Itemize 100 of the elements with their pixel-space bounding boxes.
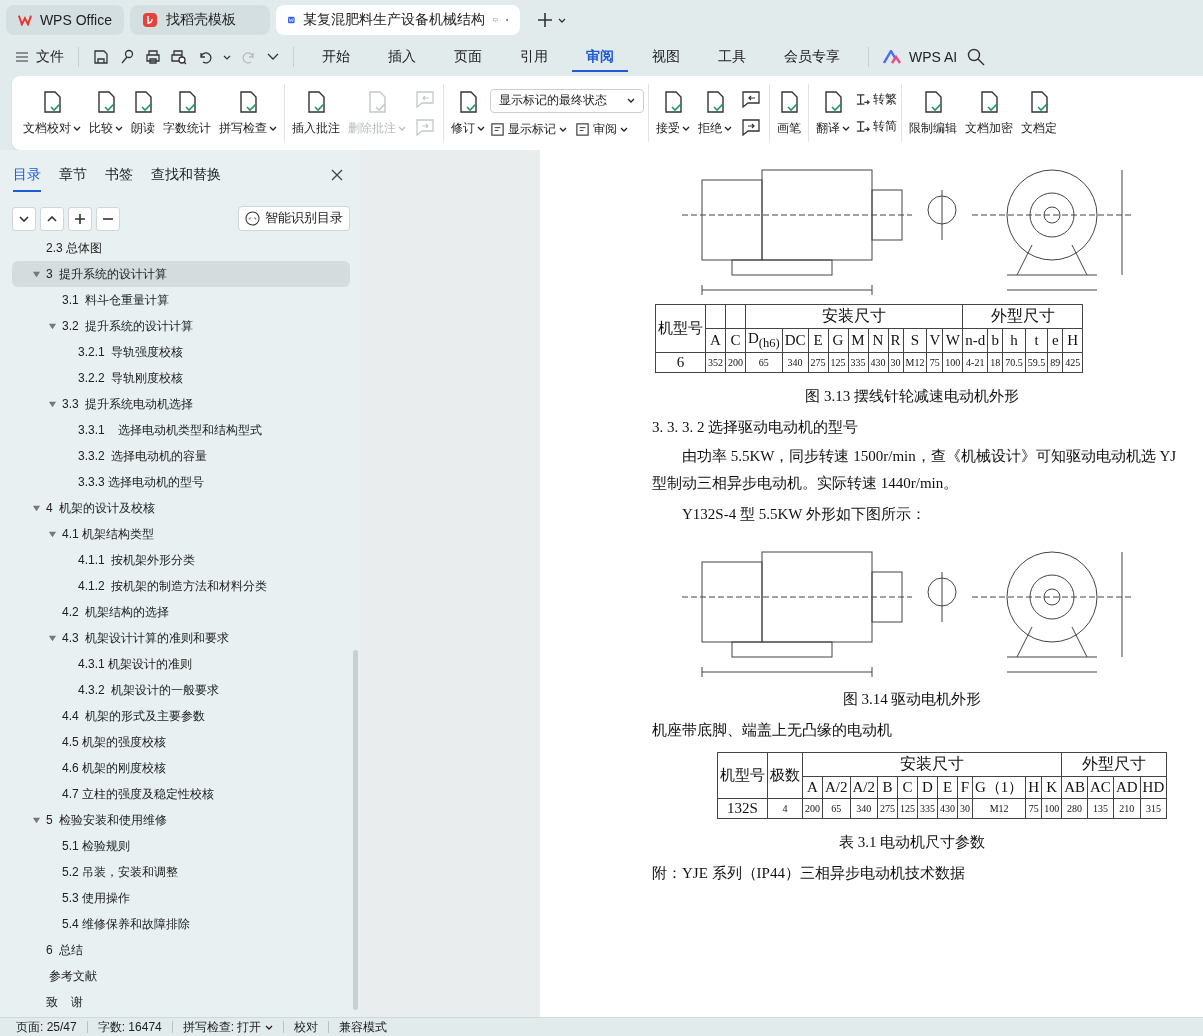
toc-item[interactable]: 5.3 使用操作 — [12, 885, 350, 911]
expand-triangle-icon[interactable] — [48, 633, 57, 643]
ribbon-button[interactable]: 比较 — [86, 85, 126, 141]
remove-button[interactable] — [96, 206, 120, 231]
expand-triangle-icon[interactable] — [32, 503, 41, 513]
toc-item[interactable]: 4.1 机架结构类型 — [12, 521, 350, 547]
toc-item[interactable]: 3.3.1 选择电动机类型和结构型式 — [12, 417, 350, 443]
toc-item[interactable]: 5.4 维修保养和故障排除 — [12, 911, 350, 937]
ai-button[interactable]: WPS AI — [883, 49, 958, 65]
ribbon-tab[interactable]: 页面 — [440, 42, 496, 72]
add-button[interactable] — [68, 206, 92, 231]
expand-triangle-icon[interactable] — [48, 321, 57, 331]
print-preview-icon[interactable] — [171, 49, 187, 65]
expand-button[interactable] — [40, 206, 64, 231]
smart-toc-button[interactable]: 智能识别目录 — [238, 206, 350, 231]
ribbon-button[interactable]: 画笔 — [774, 85, 804, 141]
toc-item[interactable]: 4.6 机架的刚度校核 — [12, 755, 350, 781]
ribbon-tab[interactable]: 插入 — [374, 42, 430, 72]
toc-item[interactable]: 致 谢 — [12, 989, 350, 1015]
file-menu-button[interactable]: 文件 — [16, 48, 64, 66]
toc-item[interactable]: 5 检验安装和使用维修 — [12, 807, 350, 833]
toc-item[interactable]: 2.3 总体图 — [12, 235, 350, 261]
print-icon[interactable] — [145, 49, 161, 65]
status-item[interactable]: 字数: 16474 — [97, 1018, 162, 1036]
toc-item[interactable]: 5.2 吊装，安装和调整 — [12, 859, 350, 885]
ribbon-tab[interactable]: 视图 — [638, 42, 694, 72]
ribbon-button[interactable]: 文档校对 — [20, 85, 84, 141]
ribbon-tab[interactable]: 引用 — [506, 42, 562, 72]
plus-icon[interactable] — [538, 13, 552, 27]
toc-item[interactable]: 4.1.1 按机架外形分类 — [12, 547, 350, 573]
window-tab[interactable]: 某复混肥料生产设备机械结构 — [276, 5, 520, 35]
ribbon-button[interactable]: 文档定 — [1018, 85, 1060, 141]
ribbon-button[interactable]: 字数统计 — [160, 85, 214, 141]
panel-tab[interactable]: 查找和替换 — [151, 166, 221, 192]
chevron-down-icon[interactable] — [223, 54, 231, 60]
ribbon-tab[interactable]: 工具 — [704, 42, 760, 72]
toc-item[interactable]: 5.1 检验规则 — [12, 833, 350, 859]
table-cell: 6 — [655, 352, 706, 373]
toc-item[interactable]: 4.1.2 按机架的制造方法和材料分类 — [12, 573, 350, 599]
toc-item[interactable]: 4.5 机架的强度校核 — [12, 729, 350, 755]
close-icon[interactable] — [331, 169, 343, 181]
toc-item[interactable]: 4.7 立柱的强度及稳定性校核 — [12, 781, 350, 807]
status-item[interactable]: 页面: 25/47 — [16, 1018, 77, 1036]
scrollbar-thumb[interactable] — [353, 650, 358, 1010]
ribbon-button[interactable]: 修订 — [448, 85, 488, 141]
undo-icon[interactable] — [197, 49, 213, 65]
save-icon[interactable] — [93, 49, 109, 65]
toc-item[interactable]: 3.3.2 选择电动机的容量 — [12, 443, 350, 469]
ribbon-button[interactable]: 翻译 — [813, 85, 853, 141]
expand-triangle-icon[interactable] — [32, 269, 41, 279]
status-item[interactable]: 拼写检查: 打开 — [182, 1018, 274, 1036]
ribbon-button[interactable]: 审阅 — [575, 120, 628, 138]
toc-item[interactable]: 3.2.2 导轨刚度校核 — [12, 365, 350, 391]
table-cell: 135 — [1087, 798, 1114, 819]
window-tab[interactable]: WPS Office — [6, 5, 124, 35]
toc-item[interactable]: 4.3 机架设计计算的准则和要求 — [12, 625, 350, 651]
table-cell: 125 — [897, 798, 918, 819]
collapse-button[interactable] — [12, 206, 36, 231]
ribbon-button[interactable]: 拒绝 — [695, 85, 735, 141]
expand-triangle-icon[interactable] — [32, 815, 41, 825]
ribbon-tab[interactable]: 会员专享 — [770, 42, 854, 72]
panel-tab[interactable]: 目录 — [13, 166, 41, 192]
status-item[interactable]: 兼容模式 — [339, 1018, 388, 1036]
toc-item[interactable]: 4.3.2 机架设计的一般要求 — [12, 677, 350, 703]
ribbon-button[interactable]: 朗读 — [128, 85, 158, 141]
search-icon[interactable] — [967, 48, 986, 66]
toc-item[interactable]: 4 机架的设计及校核 — [12, 495, 350, 521]
ribbon-button[interactable]: 转繁 — [855, 91, 897, 108]
ribbon-button[interactable]: 显示标记 — [490, 120, 567, 138]
chevron-down-icon[interactable] — [558, 17, 566, 23]
next-comment-icon[interactable] — [741, 118, 761, 136]
ribbon-tab[interactable]: 开始 — [308, 42, 364, 72]
ribbon-tab[interactable]: 审阅 — [572, 42, 628, 72]
ribbon-button[interactable]: 转简 — [855, 118, 897, 135]
panel-tab[interactable]: 书签 — [105, 166, 133, 192]
toc-item[interactable]: 6 总结 — [12, 937, 350, 963]
chevron-down-icon[interactable] — [267, 53, 279, 61]
toc-item[interactable]: 3.3 提升系统电动机选择 — [12, 391, 350, 417]
window-tab[interactable]: 找稻壳模板 — [130, 5, 270, 35]
toc-item[interactable]: 3.2 提升系统的设计计算 — [12, 313, 350, 339]
toc-item[interactable]: 参考文献 — [12, 963, 350, 989]
panel-tab[interactable]: 章节 — [59, 166, 87, 192]
toc-item[interactable]: 4.4 机架的形式及主要参数 — [12, 703, 350, 729]
toc-item[interactable]: 3.2.1 导轨强度校核 — [12, 339, 350, 365]
expand-triangle-icon[interactable] — [48, 399, 57, 409]
ribbon-button[interactable]: 限制编辑 — [906, 85, 960, 141]
expand-triangle-icon[interactable] — [48, 529, 57, 539]
toc-item[interactable]: 4.2 机架结构的选择 — [12, 599, 350, 625]
toc-item[interactable]: 3.1 料斗仓重量计算 — [12, 287, 350, 313]
status-item[interactable]: 校对 — [294, 1018, 319, 1036]
toc-item[interactable]: 3.3.3 选择电动机的型号 — [12, 469, 350, 495]
previous-comment-icon[interactable] — [741, 90, 761, 108]
markup-dropdown[interactable]: 显示标记的最终状态 — [490, 88, 644, 113]
ribbon-button[interactable]: 文档加密 — [962, 85, 1016, 141]
ribbon-button[interactable]: 接受 — [653, 85, 693, 141]
toc-item[interactable]: 3 提升系统的设计计算 — [12, 261, 350, 287]
ribbon-button[interactable]: 拼写检查 — [216, 85, 280, 141]
ribbon-button[interactable]: 插入批注 — [289, 85, 343, 141]
toc-item[interactable]: 4.3.1 机架设计的准则 — [12, 651, 350, 677]
figure-caption: 图 3.13 摆线针轮减速电动机外形 — [804, 387, 1020, 406]
